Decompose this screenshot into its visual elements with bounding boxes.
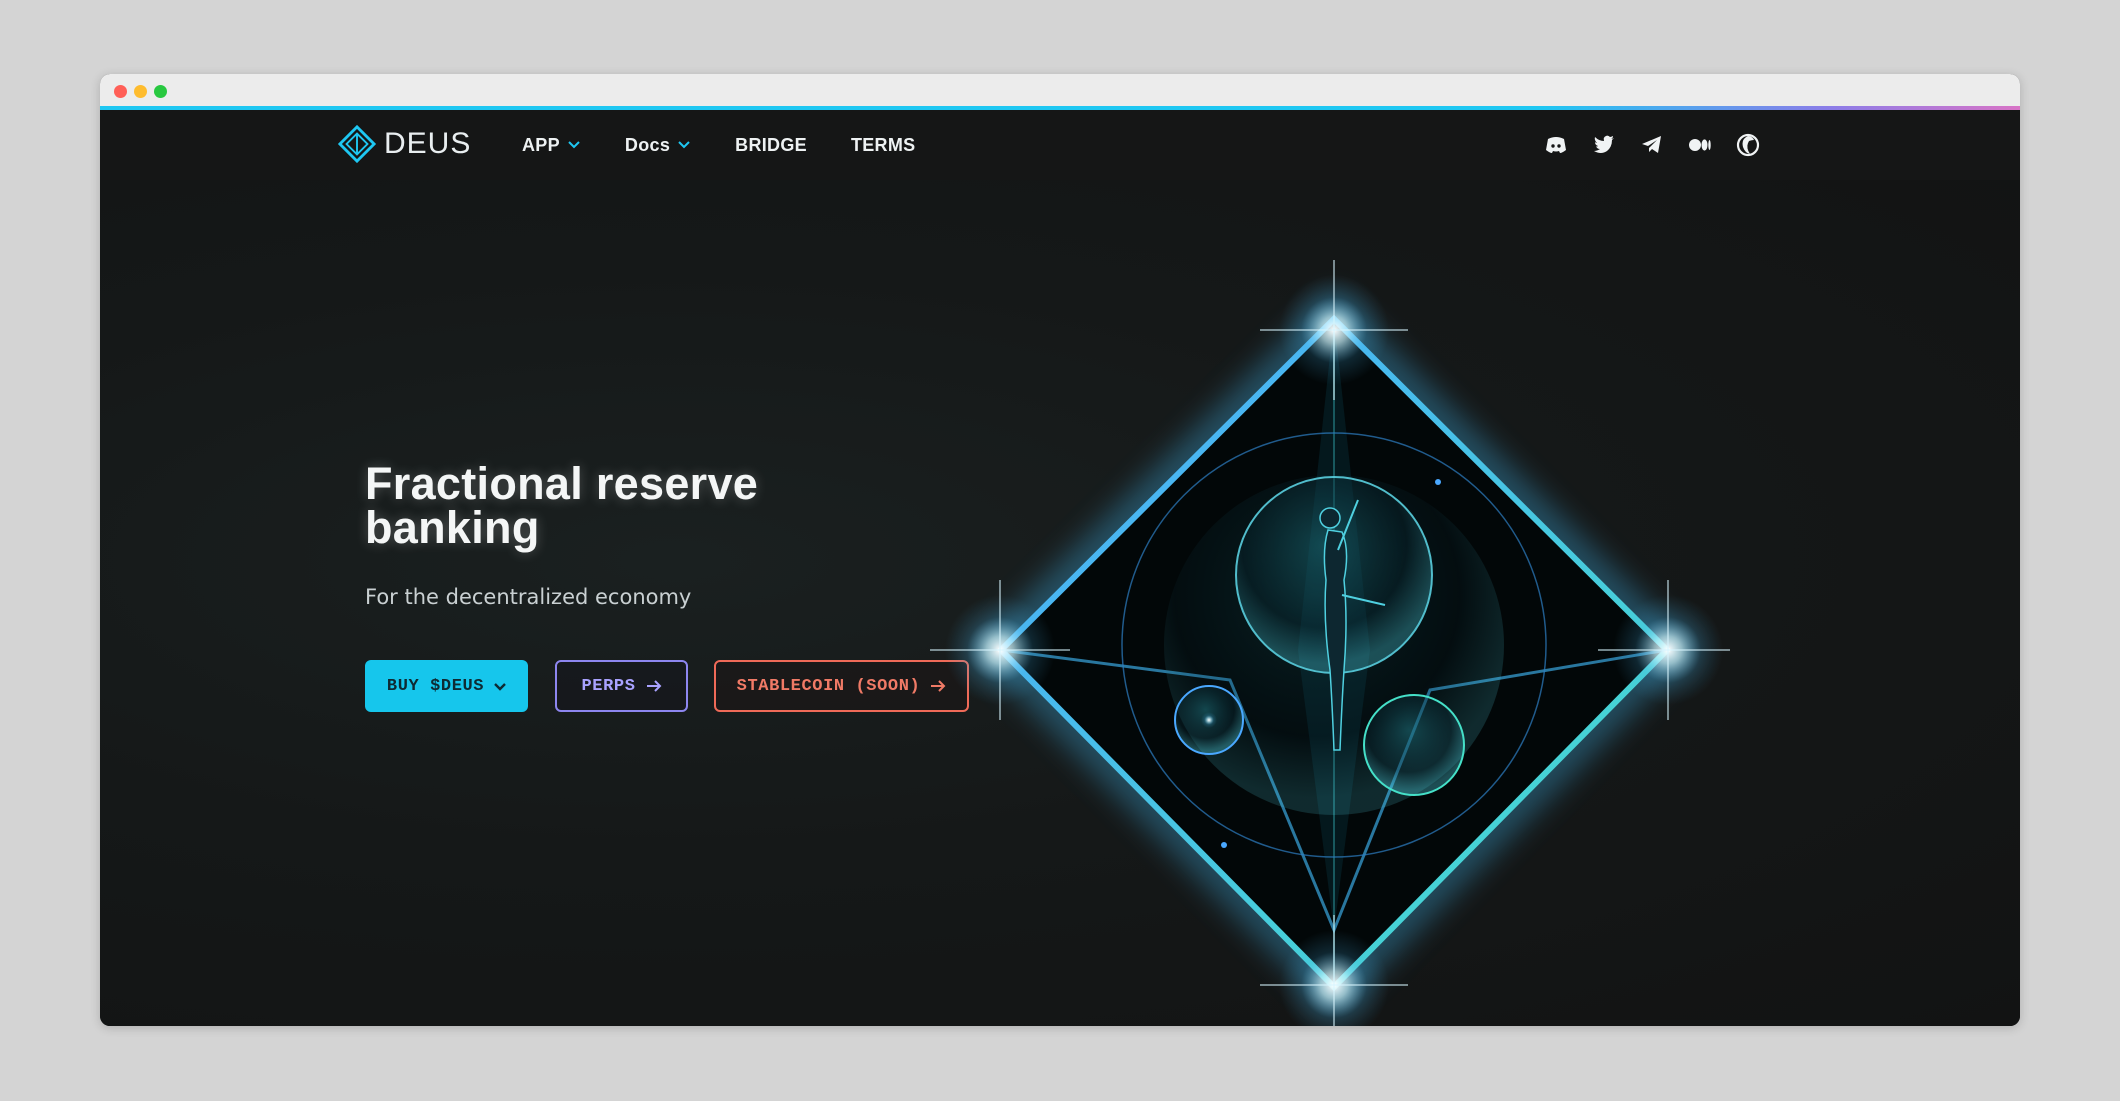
chevron-down-icon: [568, 141, 580, 149]
nav-item-label: TERMS: [850, 134, 916, 155]
nav-item-label: Docs: [624, 134, 671, 155]
deus-logo[interactable]: DEUS: [338, 124, 471, 164]
chevron-down-icon: [678, 141, 690, 149]
top-navigation: DEUS APP Docs BRIDGE TERMS: [100, 110, 2020, 180]
nav-item-label: BRIDGE: [735, 134, 807, 155]
arrow-right-icon: [646, 680, 661, 692]
brand-name: DEUS: [384, 127, 472, 160]
medium-link[interactable]: [1688, 133, 1712, 157]
hero-section: Fractional reserve banking For the decen…: [100, 180, 2020, 1026]
telegram-icon: [1642, 136, 1661, 153]
chevron-down-icon: [494, 682, 506, 691]
coingecko-icon: [1736, 133, 1760, 157]
buy-deus-label: BUY $DEUS: [386, 676, 485, 696]
main-menu: APP Docs BRIDGE TERMS: [522, 110, 959, 180]
coingecko-link[interactable]: [1736, 133, 1760, 157]
nav-item-label: APP: [522, 134, 560, 155]
social-links: [1544, 110, 1760, 180]
close-window-button[interactable]: [114, 85, 127, 98]
twitter-link[interactable]: [1592, 133, 1616, 157]
perps-button[interactable]: PERPS: [555, 660, 688, 712]
telegram-link[interactable]: [1640, 133, 1664, 157]
minimize-window-button[interactable]: [134, 85, 147, 98]
nav-item-terms[interactable]: TERMS: [851, 135, 916, 156]
window-titlebar: [100, 74, 2020, 106]
buy-deus-button[interactable]: BUY $DEUS: [365, 660, 528, 712]
hero-subtitle: For the decentralized economy: [365, 585, 692, 609]
discord-link[interactable]: [1544, 133, 1568, 157]
nav-item-bridge[interactable]: BRIDGE: [735, 135, 807, 156]
stablecoin-label: STABLECOIN (SOON): [736, 676, 921, 696]
perps-label: PERPS: [581, 676, 636, 696]
medium-icon: [1689, 139, 1711, 151]
diamond-hero-illustration: [930, 260, 1730, 1026]
hero-title: Fractional reserve banking: [365, 458, 759, 553]
maximize-window-button[interactable]: [154, 85, 167, 98]
browser-window: DEUS APP Docs BRIDGE TERMS Fractional re…: [100, 74, 2020, 1026]
nav-item-app[interactable]: APP: [522, 135, 581, 156]
discord-icon: [1546, 137, 1566, 153]
deus-logo-icon: [338, 125, 376, 163]
nav-item-docs[interactable]: Docs: [625, 135, 691, 156]
twitter-icon: [1594, 135, 1614, 153]
